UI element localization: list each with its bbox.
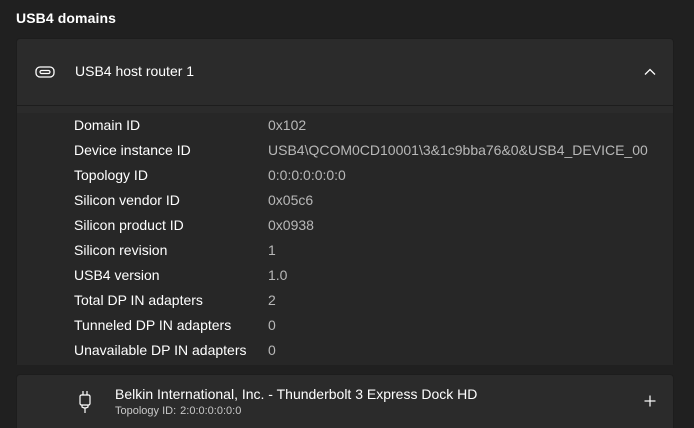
property-value: 0 — [268, 317, 276, 333]
property-label: Topology ID — [74, 167, 148, 183]
property-label: Silicon revision — [74, 242, 168, 258]
property-label: Tunneled DP IN adapters — [74, 317, 232, 333]
property-label: Silicon vendor ID — [74, 192, 180, 208]
property-label: Silicon product ID — [74, 217, 184, 233]
device-topology: Topology ID: 2:0:0:0:0:0:0 — [115, 405, 241, 417]
property-value: 0:0:0:0:0:0:0 — [268, 167, 346, 183]
property-value: 0x05c6 — [268, 192, 314, 208]
property-row-device-instance-id: Device instance ID USB4\QCOM0CD10001\3&1… — [17, 138, 673, 163]
connected-device-item[interactable]: Belkin International, Inc. - Thunderbolt… — [16, 374, 674, 428]
usb4-settings-page: USB4 domains USB4 host router 1 Domain I… — [0, 0, 694, 428]
property-row-silicon-revision: Silicon revision 1 — [17, 238, 673, 263]
property-label: Total DP IN adapters — [74, 292, 203, 308]
host-router-header[interactable]: USB4 host router 1 — [17, 39, 673, 105]
usb-plug-icon — [79, 391, 91, 413]
property-label: Domain ID — [74, 117, 141, 133]
property-row-total-dp-in-adapters: Total DP IN adapters 2 — [17, 288, 673, 313]
property-row-domain-id: Domain ID 0x102 — [17, 113, 673, 138]
property-row-topology-id: Topology ID 0:0:0:0:0:0:0 — [17, 163, 673, 188]
property-value: 0x0938 — [268, 217, 314, 233]
property-label: Device instance ID — [74, 142, 191, 158]
topology-value: 2:0:0:0:0:0:0 — [180, 405, 242, 417]
property-row-silicon-vendor-id: Silicon vendor ID 0x05c6 — [17, 188, 673, 213]
topology-label: Topology ID: — [115, 405, 177, 417]
property-value: 1 — [268, 242, 276, 258]
property-row-usb4-version: USB4 version 1.0 — [17, 263, 673, 288]
usb-c-port-icon — [35, 66, 55, 78]
host-router-card: USB4 host router 1 Domain ID 0x102 Devic… — [16, 38, 674, 365]
plus-icon[interactable] — [643, 394, 657, 408]
property-row-tunneled-dp-in-adapters: Tunneled DP IN adapters 0 — [17, 313, 673, 338]
host-router-title: USB4 host router 1 — [75, 63, 195, 79]
property-value: 0 — [268, 342, 276, 358]
router-properties: Domain ID 0x102 Device instance ID USB4\… — [17, 113, 673, 365]
property-label: Unavailable DP IN adapters — [74, 342, 247, 358]
header-divider — [17, 105, 673, 106]
device-name: Belkin International, Inc. - Thunderbolt… — [115, 386, 478, 402]
property-row-unavailable-dp-in-adapters: Unavailable DP IN adapters 0 — [17, 338, 673, 363]
property-value: USB4\QCOM0CD10001\3&1c9bba76&0&USB4_DEVI… — [268, 142, 648, 158]
chevron-up-icon[interactable] — [643, 65, 657, 79]
property-value: 1.0 — [268, 267, 288, 283]
property-row-silicon-product-id: Silicon product ID 0x0938 — [17, 213, 673, 238]
section-title: USB4 domains — [16, 10, 116, 26]
property-value: 2 — [268, 292, 276, 308]
property-value: 0x102 — [268, 117, 307, 133]
property-label: USB4 version — [74, 267, 160, 283]
